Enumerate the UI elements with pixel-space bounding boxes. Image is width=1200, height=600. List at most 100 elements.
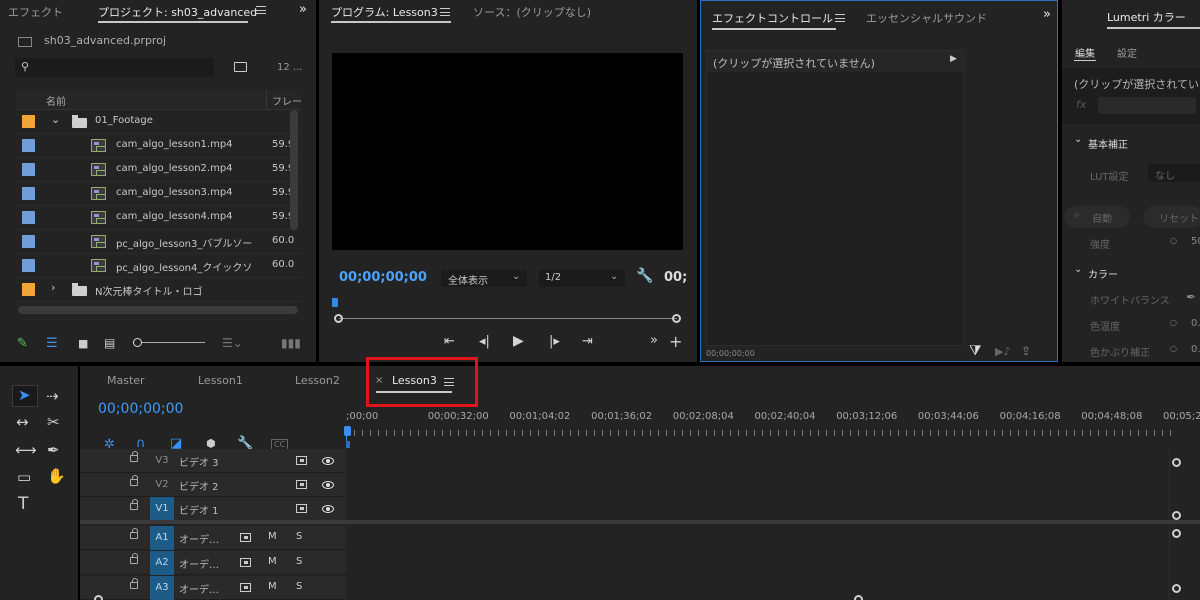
sync-lock-icon[interactable]	[240, 583, 251, 592]
filter-icon[interactable]: ⧩	[969, 343, 982, 359]
bar-chart-icon[interactable]: ▮▮▮	[281, 336, 301, 350]
mute-button[interactable]: M	[268, 556, 277, 567]
horizontal-scrollbar[interactable]	[18, 306, 298, 314]
search-input[interactable]: ⚲	[15, 58, 214, 77]
sync-lock-icon[interactable]	[296, 480, 307, 489]
a-scroll-bottom-handle[interactable]	[1172, 584, 1181, 593]
timeline-area-video[interactable]	[346, 448, 1170, 520]
tab-master[interactable]: Master	[107, 374, 145, 387]
timeline-area-audio[interactable]	[346, 524, 1170, 600]
color-label-swatch[interactable]	[22, 115, 35, 128]
tab-effects[interactable]: エフェクト	[8, 4, 63, 20]
expand-icon[interactable]: ▶	[950, 54, 957, 64]
slider-knob-icon[interactable]: ○	[1170, 318, 1177, 327]
list-item[interactable]: cam_algo_lesson1.mp4 59.9	[16, 134, 302, 158]
add-button-icon[interactable]: +	[669, 332, 682, 351]
razor-icon[interactable]: ✂	[47, 413, 60, 431]
wrench-icon[interactable]: 🔧	[636, 268, 653, 284]
lock-icon[interactable]	[130, 475, 138, 486]
color-label-swatch[interactable]	[22, 283, 35, 296]
intensity-value[interactable]: 50	[1191, 236, 1200, 247]
reset-button[interactable]: リセット	[1143, 206, 1200, 228]
sort-icon[interactable]: ☰⌄	[222, 336, 243, 350]
panel-menu-icon[interactable]	[256, 6, 266, 14]
more-controls-icon[interactable]: »	[650, 333, 658, 348]
tab-program[interactable]: プログラム: Lesson3	[331, 4, 438, 20]
solo-button[interactable]: S	[296, 581, 302, 592]
sync-lock-icon[interactable]	[240, 533, 251, 542]
tab-lumetri[interactable]: Lumetri カラー	[1107, 9, 1186, 25]
tab-essential-sound[interactable]: エッセンシャルサウンド	[866, 10, 987, 26]
audio-track-header[interactable]: A2 オーデ… M S	[80, 551, 346, 575]
track-target-label[interactable]: V1	[150, 497, 174, 521]
list-item[interactable]: cam_algo_lesson2.mp4 59.9	[16, 158, 302, 182]
eye-icon[interactable]	[322, 481, 334, 489]
eye-icon[interactable]	[322, 505, 334, 513]
tab-effect-controls[interactable]: エフェクトコントロール	[712, 10, 833, 26]
panel-menu-icon[interactable]	[835, 14, 845, 22]
tab-source[interactable]: ソース：(クリップなし)	[473, 4, 591, 20]
rectangle-icon[interactable]: ▭	[17, 468, 31, 486]
h-scroll-right-handle[interactable]	[854, 595, 863, 600]
col-name-header[interactable]: 名前	[46, 93, 66, 108]
list-item[interactable]: › N次元棒タイトル・ロゴ	[16, 278, 302, 302]
slider-knob-icon[interactable]: ○	[1170, 236, 1177, 245]
mute-button[interactable]: M	[268, 531, 277, 542]
auto-button[interactable]: ✧ 自動	[1064, 206, 1130, 228]
list-item[interactable]: cam_algo_lesson3.mp4 59.9	[16, 182, 302, 206]
eye-icon[interactable]	[322, 457, 334, 465]
lut-select[interactable]: なし	[1148, 164, 1200, 182]
lock-icon[interactable]	[130, 499, 138, 510]
list-item[interactable]: ⌄ 01_Footage	[16, 110, 302, 134]
video-track-header[interactable]: V2 ビデオ 2	[80, 473, 346, 497]
slip-icon[interactable]: ⟷	[15, 441, 37, 459]
bin-search-icon[interactable]	[234, 62, 247, 72]
color-label-swatch[interactable]	[22, 187, 35, 200]
export-icon[interactable]: ⇪	[1021, 344, 1031, 358]
tint-value[interactable]: 0.	[1191, 344, 1200, 355]
subtab-edit[interactable]: 編集	[1075, 45, 1095, 60]
track-target-label[interactable]: V3	[150, 449, 174, 473]
video-viewer[interactable]	[332, 53, 683, 250]
tab-lesson1[interactable]: Lesson1	[198, 374, 243, 387]
list-item[interactable]: pc_algo_lesson4_クイックソ 60.0	[16, 254, 302, 278]
playhead-marker[interactable]	[344, 426, 351, 436]
h-scroll-left-handle[interactable]	[94, 595, 103, 600]
panel-menu-icon[interactable]	[440, 8, 450, 16]
slider-knob-icon[interactable]: ○	[1170, 344, 1177, 353]
icon-view-icon[interactable]: ■	[78, 337, 88, 350]
color-label-swatch[interactable]	[22, 211, 35, 224]
a-scroll-top-handle[interactable]	[1172, 529, 1181, 538]
list-item[interactable]: pc_algo_lesson3_バブルソー 60.0	[16, 230, 302, 254]
v-scroll-bottom-handle[interactable]	[1172, 511, 1181, 520]
color-label-swatch[interactable]	[22, 139, 35, 152]
playhead-marker[interactable]	[332, 298, 338, 307]
eyedropper-icon[interactable]: ✒	[1186, 290, 1196, 304]
lock-icon[interactable]	[130, 528, 138, 539]
go-to-in-icon[interactable]: ⇤	[444, 334, 455, 349]
section-basic-correction[interactable]: 基本補正	[1088, 136, 1128, 151]
chevron-right-icon[interactable]: ›	[51, 281, 55, 294]
lock-icon[interactable]	[130, 553, 138, 564]
step-back-icon[interactable]: ◂|	[479, 334, 490, 349]
subtab-settings[interactable]: 設定	[1117, 45, 1137, 60]
video-track-header[interactable]: V3 ビデオ 3	[80, 449, 346, 473]
tab-lesson2[interactable]: Lesson2	[295, 374, 340, 387]
section-color[interactable]: カラー	[1088, 266, 1118, 281]
scrub-start-handle[interactable]	[334, 314, 343, 323]
more-panels-icon[interactable]: »	[1043, 7, 1051, 22]
list-item[interactable]: cam_algo_lesson4.mp4 59.9	[16, 206, 302, 230]
audio-track-header[interactable]: A3 オーデ… M S	[80, 576, 346, 600]
chevron-down-icon[interactable]: ⌄	[51, 113, 60, 126]
scrub-bar[interactable]	[339, 318, 677, 319]
solo-button[interactable]: S	[296, 556, 302, 567]
audio-play-icon[interactable]: ▶♪	[995, 345, 1010, 358]
program-timecode[interactable]: 00;00;00;00	[339, 270, 427, 285]
col-frame-header[interactable]: フレー	[272, 93, 302, 108]
hand-icon[interactable]: ✋	[47, 467, 66, 485]
lock-icon[interactable]	[130, 578, 138, 589]
track-target-label[interactable]: V2	[150, 473, 174, 497]
chevron-down-icon[interactable]: ⌄	[1074, 264, 1082, 275]
track-select-icon[interactable]: ⇢	[46, 387, 59, 405]
sync-lock-icon[interactable]	[296, 504, 307, 513]
